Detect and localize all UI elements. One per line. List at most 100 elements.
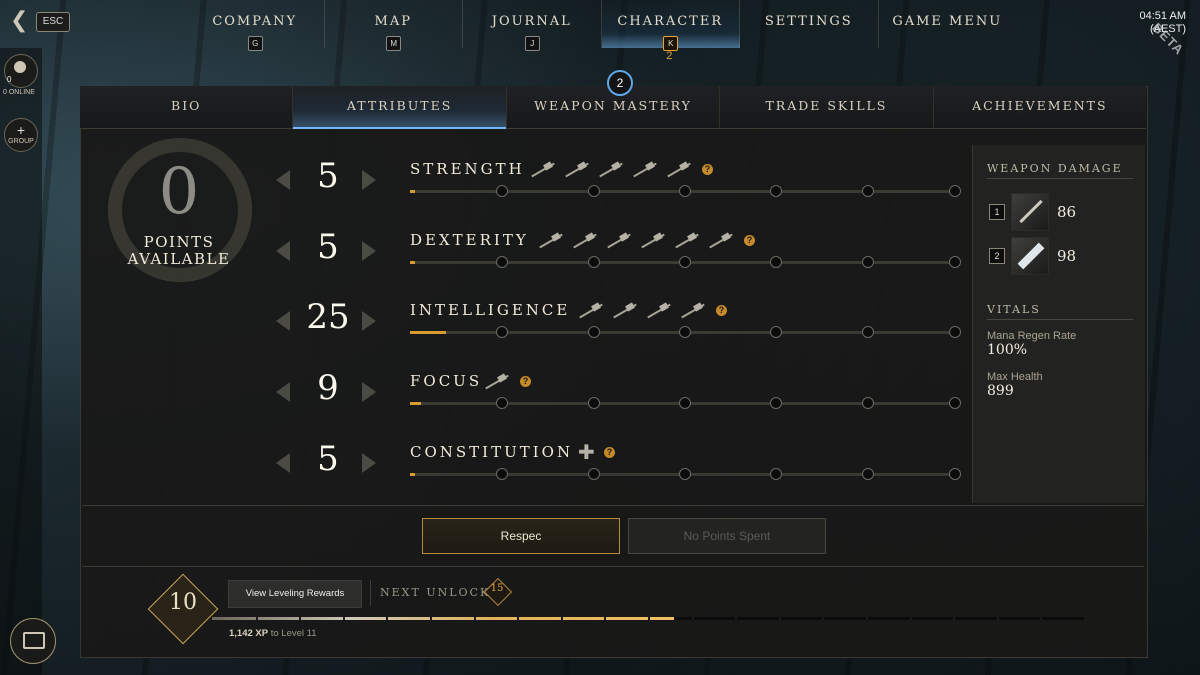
max-health-value: 899 <box>987 383 1014 399</box>
great-axe-icon <box>630 160 658 180</box>
tab-trade-skills[interactable]: TRADE SKILLS <box>720 86 934 128</box>
friends-button[interactable]: 0 <box>4 54 38 88</box>
scaling-weapons: ✚ <box>574 443 595 463</box>
milestone-dot <box>770 397 783 410</box>
milestone-dot <box>587 397 600 410</box>
increase-arrow-icon[interactable] <box>362 170 376 190</box>
milestone-dot <box>861 467 874 480</box>
scaling-weapons <box>576 301 706 321</box>
milestone-dot <box>770 467 783 480</box>
xp-segment-divider <box>778 617 781 620</box>
milestone-dot <box>679 467 691 480</box>
decrease-arrow-icon[interactable] <box>276 311 290 332</box>
divider <box>370 580 371 606</box>
weapon-slot-1-key: 1 <box>989 204 1005 220</box>
health-cross-icon: ✚ <box>578 441 595 464</box>
nav-settings[interactable]: SETTINGS <box>740 0 879 48</box>
milestone-dot <box>949 185 961 197</box>
attribute-value: 5 <box>317 156 339 196</box>
attribute-name: DEXTERITY <box>410 230 529 249</box>
nav-character[interactable]: CHARACTER K 2 <box>601 0 740 62</box>
help-icon[interactable]: ? <box>520 376 531 388</box>
attribute-progress-track <box>410 326 961 339</box>
view-leveling-rewards-button[interactable]: View Leveling Rewards <box>228 580 362 608</box>
weapon-slot-2-damage: 98 <box>1057 247 1077 265</box>
milestone-dot <box>861 255 874 268</box>
divider <box>82 566 1144 567</box>
xp-segment-divider <box>473 617 476 620</box>
milestone-dot <box>587 326 600 339</box>
weapon-damage-title: WEAPON DAMAGE <box>987 162 1123 175</box>
decrease-arrow-icon[interactable] <box>276 170 290 190</box>
xp-segment-divider <box>560 617 563 620</box>
milestone-dot <box>587 185 600 197</box>
milestone-dot <box>496 326 509 339</box>
xp-segment-divider <box>1040 617 1043 620</box>
nav-game-menu[interactable]: GAME MENU <box>879 0 1017 48</box>
milestone-dot <box>949 467 961 480</box>
xp-segment-divider <box>430 617 432 620</box>
respec-button[interactable]: Respec <box>422 518 620 554</box>
milestone-dot <box>679 185 691 197</box>
nav-badge: 2 <box>666 50 673 62</box>
plus-icon: + <box>16 122 26 138</box>
divider <box>987 319 1133 320</box>
tab-bio[interactable]: BIO <box>80 86 294 128</box>
nav-company[interactable]: COMPANY G <box>186 0 325 51</box>
attribute-name: CONSTITUTION <box>410 442 574 461</box>
milestone-dot <box>861 397 874 410</box>
scaling-weapons <box>536 231 734 251</box>
help-icon[interactable]: ? <box>604 446 615 458</box>
xp-segment-divider <box>386 617 389 620</box>
top-navigation: COMPANY G MAP M JOURNAL J CHARACTER K 2 SETTINGS G… <box>186 0 1017 62</box>
milestone-dot <box>861 185 874 197</box>
divider <box>82 505 1144 506</box>
increase-arrow-icon[interactable] <box>362 240 376 261</box>
nav-label: COMPANY <box>212 14 298 29</box>
nav-label: JOURNAL <box>491 14 572 29</box>
increase-arrow-icon[interactable] <box>362 452 376 473</box>
group-label: GROUP <box>8 138 34 145</box>
attribute-focus: 9 FOCUS? <box>270 368 970 432</box>
attribute-progress-track <box>410 467 961 480</box>
xp-suffix: to Level 11 <box>270 628 317 639</box>
xp-segment-divider <box>909 617 912 620</box>
attribute-name: STRENGTH <box>410 160 525 178</box>
attribute-name: INTELLIGENCE <box>410 301 571 320</box>
keybind-hint: M <box>386 36 402 51</box>
attribute-value: 25 <box>306 297 350 338</box>
keybind-hint: G <box>247 36 263 51</box>
xp-segment-divider <box>735 617 738 620</box>
help-icon[interactable]: ? <box>744 234 755 246</box>
spear-icon <box>664 160 692 180</box>
max-health-label: Max Health <box>987 371 1043 383</box>
decrease-arrow-icon[interactable] <box>276 452 290 473</box>
no-points-spent-button[interactable]: No Points Spent <box>628 518 826 554</box>
attribute-value: 5 <box>317 226 339 267</box>
next-unlock-level: 15 <box>490 583 504 594</box>
help-icon[interactable]: ? <box>702 164 713 175</box>
chat-button[interactable] <box>10 618 56 664</box>
hatchet-icon <box>672 231 700 251</box>
nav-map[interactable]: MAP M <box>325 0 463 51</box>
increase-arrow-icon[interactable] <box>362 311 376 332</box>
increase-arrow-icon[interactable] <box>362 382 376 403</box>
back-button[interactable]: ❮ ESC <box>10 10 70 34</box>
attribute-progress-fill <box>410 331 446 335</box>
scaling-weapons <box>528 160 692 180</box>
weapon-slot-1-damage: 86 <box>1057 203 1077 221</box>
tab-achievements[interactable]: ACHIEVEMENTS <box>934 86 1146 128</box>
xp-segment-divider <box>604 617 607 620</box>
xp-to-next-level: 1,142 XP to Level 11 <box>229 628 317 639</box>
spear-icon <box>706 231 734 251</box>
decrease-arrow-icon[interactable] <box>276 382 290 403</box>
xp-segment-divider <box>342 617 345 620</box>
attribute-dexterity: 5 DEXTERITY? <box>270 227 970 291</box>
decrease-arrow-icon[interactable] <box>276 240 290 261</box>
milestone-dot <box>587 255 600 268</box>
tab-attributes[interactable]: ATTRIBUTES <box>293 86 507 129</box>
attribute-value: 9 <box>317 368 339 409</box>
nav-journal[interactable]: JOURNAL J <box>463 0 602 51</box>
help-icon[interactable]: ? <box>716 305 727 317</box>
group-button[interactable]: + GROUP <box>4 118 38 152</box>
